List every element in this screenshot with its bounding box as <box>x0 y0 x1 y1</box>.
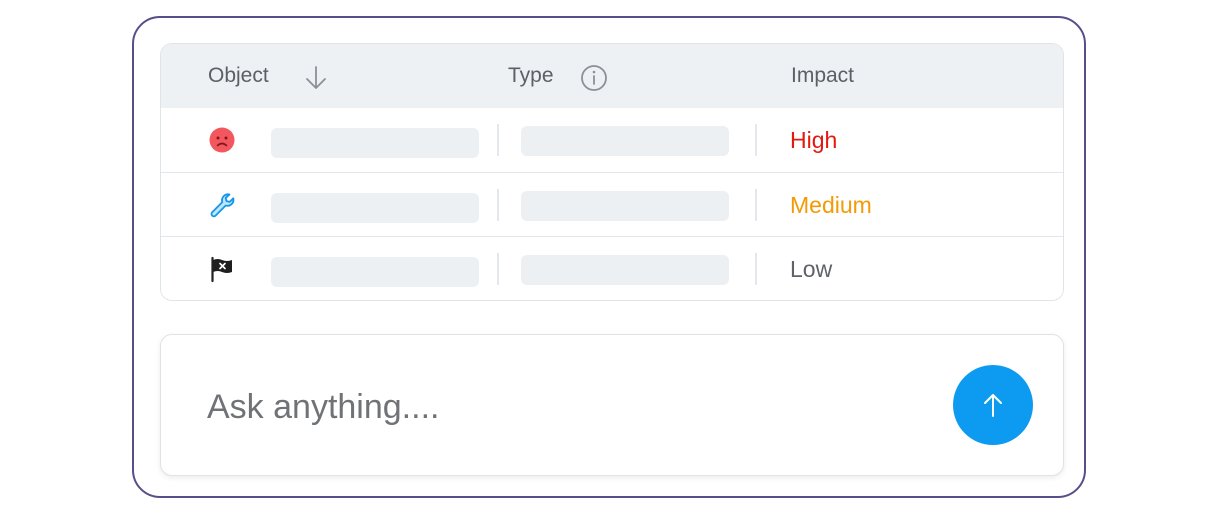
column-divider <box>497 189 499 221</box>
column-header-object[interactable]: Object <box>208 64 269 88</box>
arrow-down-icon[interactable] <box>304 64 328 92</box>
object-placeholder <box>271 128 479 158</box>
type-placeholder <box>521 126 729 156</box>
table-row[interactable]: Medium <box>161 172 1063 237</box>
column-divider <box>755 189 757 221</box>
arrow-up-icon <box>984 394 1002 417</box>
impact-value: High <box>790 127 838 153</box>
ask-composer <box>160 334 1064 476</box>
table-header: Object Type Impact <box>161 44 1063 108</box>
impact-table: Object Type Impact High Medium Low <box>160 43 1064 301</box>
column-divider <box>755 253 757 285</box>
column-header-type[interactable]: Type <box>508 64 554 88</box>
table-row[interactable]: Low <box>161 236 1063 300</box>
table-row[interactable]: High <box>161 108 1063 172</box>
column-divider <box>755 124 757 156</box>
column-label-object: Object <box>208 64 269 87</box>
sad-face-icon <box>209 127 235 153</box>
chat-card: Object Type Impact High Medium Low Ask a… <box>132 16 1086 498</box>
info-icon[interactable] <box>580 64 608 92</box>
type-placeholder <box>521 255 729 285</box>
ask-input[interactable] <box>207 387 907 427</box>
column-divider <box>497 253 499 285</box>
column-label-type: Type <box>508 64 554 87</box>
send-button[interactable] <box>953 365 1033 445</box>
wrench-icon <box>210 193 235 218</box>
column-label-impact: Impact <box>791 64 855 87</box>
column-header-impact[interactable]: Impact <box>791 64 854 88</box>
object-placeholder <box>271 257 479 287</box>
object-placeholder <box>271 193 479 223</box>
impact-value: Medium <box>790 192 872 218</box>
impact-value: Low <box>790 256 833 282</box>
type-placeholder <box>521 191 729 221</box>
column-divider <box>497 124 499 156</box>
pirate-flag-icon <box>211 256 232 283</box>
